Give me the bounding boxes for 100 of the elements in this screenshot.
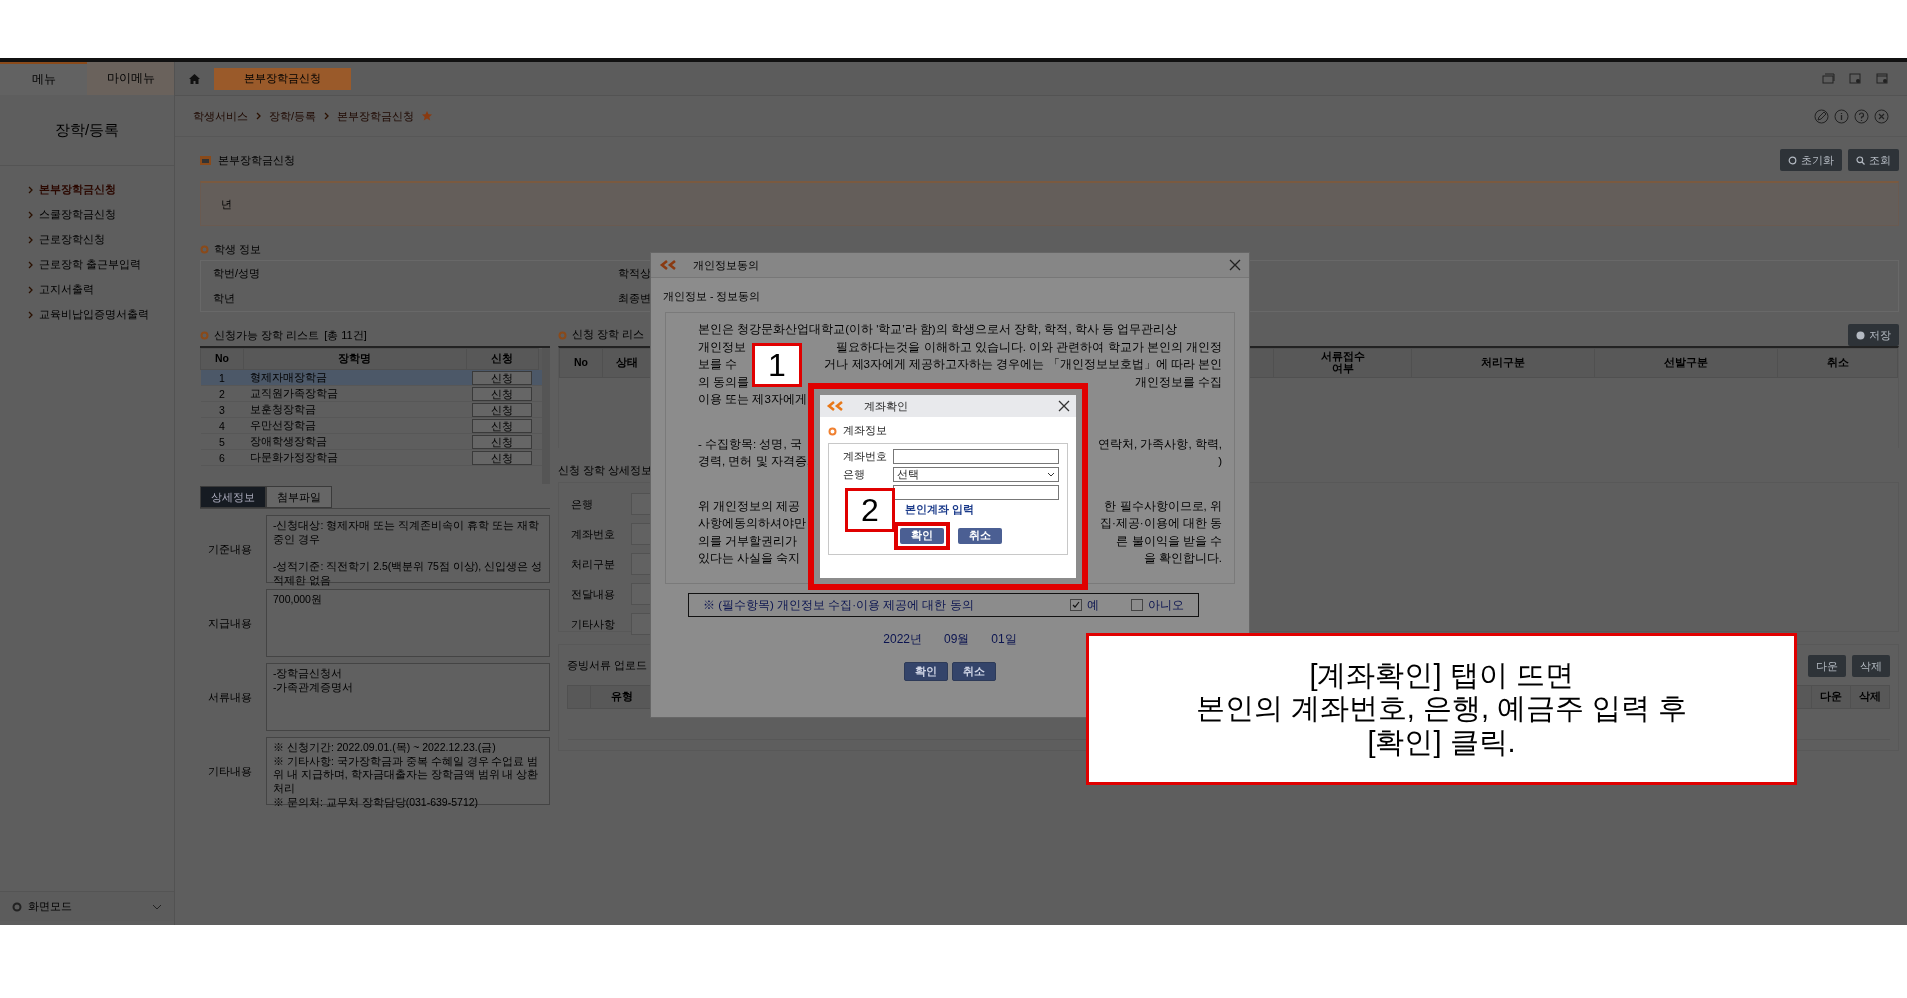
- consent-text: 집·제공·이용에 대한 동: [1099, 516, 1222, 531]
- consent-text: - 수집항목: 성명, 국: [698, 436, 802, 452]
- chevron-icon: [28, 285, 33, 294]
- edit-icon[interactable]: [1814, 108, 1829, 124]
- save-button[interactable]: 저장: [1848, 324, 1899, 346]
- apply-button[interactable]: 신청: [472, 418, 532, 433]
- help-icon[interactable]: [1854, 108, 1869, 124]
- dialog-button[interactable]: 확인: [904, 662, 948, 681]
- date-text: 01일: [991, 631, 1017, 648]
- dialog-subtitle: 개인정보 - 정보동의: [662, 289, 762, 304]
- section-title: 계좌정보: [843, 424, 887, 438]
- consent-text: 개인정보를 수집: [1134, 374, 1222, 390]
- home-icon[interactable]: [189, 73, 200, 84]
- table-cell: 장애학생장학금: [243, 433, 466, 450]
- sidebar-item[interactable]: 스쿨장학금신청: [28, 205, 174, 224]
- table-cell: 5: [200, 433, 244, 450]
- bullet-icon: [828, 426, 837, 436]
- field-label: 은행: [843, 467, 866, 482]
- field-label: 계좌번호: [843, 449, 888, 464]
- bullet-icon: [200, 244, 209, 254]
- checkbox[interactable]: 예: [1070, 597, 1099, 613]
- dialog-button[interactable]: 취소: [958, 528, 1002, 544]
- column-header: No: [559, 348, 603, 378]
- section-title: 증빙서류 업로드: [567, 659, 647, 673]
- apply-button[interactable]: 신청: [472, 370, 532, 385]
- consent-text: 거나 제3자에게 제공하고자하는 경우에는 「개인정보보호법」에 따라 본인: [824, 357, 1222, 372]
- breadcrumb-link[interactable]: 장학/등록: [269, 108, 317, 124]
- field-label: 기타내용: [207, 763, 253, 779]
- chevron-icon: [28, 310, 33, 319]
- date-text: 09월: [944, 631, 970, 648]
- field-label: 학년: [213, 291, 235, 306]
- bank-select[interactable]: 선택: [893, 467, 1059, 482]
- field-label: 학적상: [618, 266, 651, 281]
- field-label: 기준내용: [207, 541, 253, 557]
- table-cell: 보훈청장학금: [243, 401, 466, 418]
- column-header: 장학명: [243, 348, 466, 370]
- star-icon[interactable]: [422, 111, 433, 121]
- field-label: 계좌번호: [571, 526, 616, 542]
- consent-text: 개인정보: [698, 339, 746, 355]
- sidebar-item[interactable]: 교육비납입증명서출력: [28, 305, 174, 324]
- column-header: 삭제: [1850, 685, 1890, 709]
- consent-text: 경력, 면허 및 자격증,: [698, 454, 810, 469]
- chevron-icon: [28, 185, 33, 194]
- table-cell: 4: [200, 417, 244, 434]
- window-settings-icon[interactable]: [1849, 73, 1862, 84]
- consent-text: 이용 또는 제3자에게: [698, 392, 807, 407]
- apply-button[interactable]: 신청: [472, 434, 532, 449]
- checkbox-mark[interactable]: [1070, 599, 1082, 611]
- text-area[interactable]: -장학금신청서 -가족관계증명서: [266, 663, 550, 731]
- close-icon[interactable]: [1229, 259, 1241, 271]
- text-area[interactable]: 700,000원: [266, 589, 550, 657]
- file-button[interactable]: 삭제: [1852, 655, 1890, 677]
- input-field[interactable]: [893, 449, 1059, 464]
- info-icon[interactable]: [1834, 108, 1849, 124]
- field-label: 서류내용: [207, 689, 253, 705]
- close-icon[interactable]: [1058, 400, 1070, 412]
- sidebar-item[interactable]: 근로장학 출근부입력: [28, 255, 174, 274]
- page-tab[interactable]: 본부장학금신청: [214, 67, 351, 90]
- field-label: 지급내용: [207, 615, 253, 631]
- dialog-button[interactable]: 취소: [952, 662, 996, 681]
- menu-tab[interactable]: 메뉴: [0, 62, 87, 95]
- table-cell: 교직원가족장학금: [243, 385, 466, 402]
- table-row[interactable]: 1 형제자매장학금 신청: [200, 369, 550, 386]
- link[interactable]: 본인계좌 입력: [893, 503, 1059, 517]
- column-header: 서류접수 여부: [1273, 348, 1412, 378]
- sidebar-item[interactable]: 본부장학금신청: [28, 180, 174, 199]
- consent-text: 의 동의를: [698, 374, 750, 390]
- apply-button[interactable]: 신청: [472, 402, 532, 417]
- breadcrumb-link[interactable]: 학생서비스: [193, 108, 248, 124]
- apply-button[interactable]: 신청: [472, 450, 532, 465]
- consent-text: ): [1218, 454, 1222, 469]
- sidebar-item[interactable]: 근로장학신청: [28, 230, 174, 249]
- reset-button[interactable]: 초기화: [1780, 149, 1842, 171]
- scrollbar[interactable]: [542, 348, 550, 484]
- search-button[interactable]: 조회: [1848, 149, 1899, 171]
- file-button[interactable]: 다운: [1808, 655, 1846, 677]
- input-field[interactable]: [893, 485, 1059, 500]
- consent-text: 있다는 사실을 숙지: [698, 551, 801, 566]
- detail-tab[interactable]: 상세정보: [200, 486, 266, 508]
- chevron-icon: [28, 260, 33, 269]
- window-settings-icon[interactable]: [1876, 73, 1889, 84]
- window-icon[interactable]: [1822, 73, 1835, 84]
- column-header: 다운: [1811, 685, 1851, 709]
- field-label: 기타사항: [571, 616, 616, 632]
- item-count: [총 11건]: [324, 327, 367, 343]
- detail-tab[interactable]: 첨부파일: [266, 486, 332, 508]
- field-label: 처리구분: [571, 556, 616, 572]
- section-title: 학생 정보: [214, 241, 262, 257]
- checkbox-mark[interactable]: [1131, 599, 1143, 611]
- menu-tab[interactable]: 마이메뉴: [87, 62, 174, 95]
- apply-button[interactable]: 신청: [472, 386, 532, 401]
- consent-label: ※ (필수항목) 개인정보 수집·이용 제공에 대한 동의: [703, 597, 974, 613]
- breadcrumb-link[interactable]: 본부장학금신청: [337, 108, 415, 124]
- field-label: 은행: [571, 496, 594, 512]
- chevron-icon: [28, 210, 33, 219]
- checkbox[interactable]: 아니오: [1131, 597, 1184, 613]
- chevron-down-icon: [152, 903, 162, 910]
- sidebar-item[interactable]: 고지서출력: [28, 280, 174, 299]
- consent-text: 연락처, 가족사항, 학력,: [1098, 436, 1222, 452]
- dialog-button[interactable]: 확인: [900, 528, 944, 544]
